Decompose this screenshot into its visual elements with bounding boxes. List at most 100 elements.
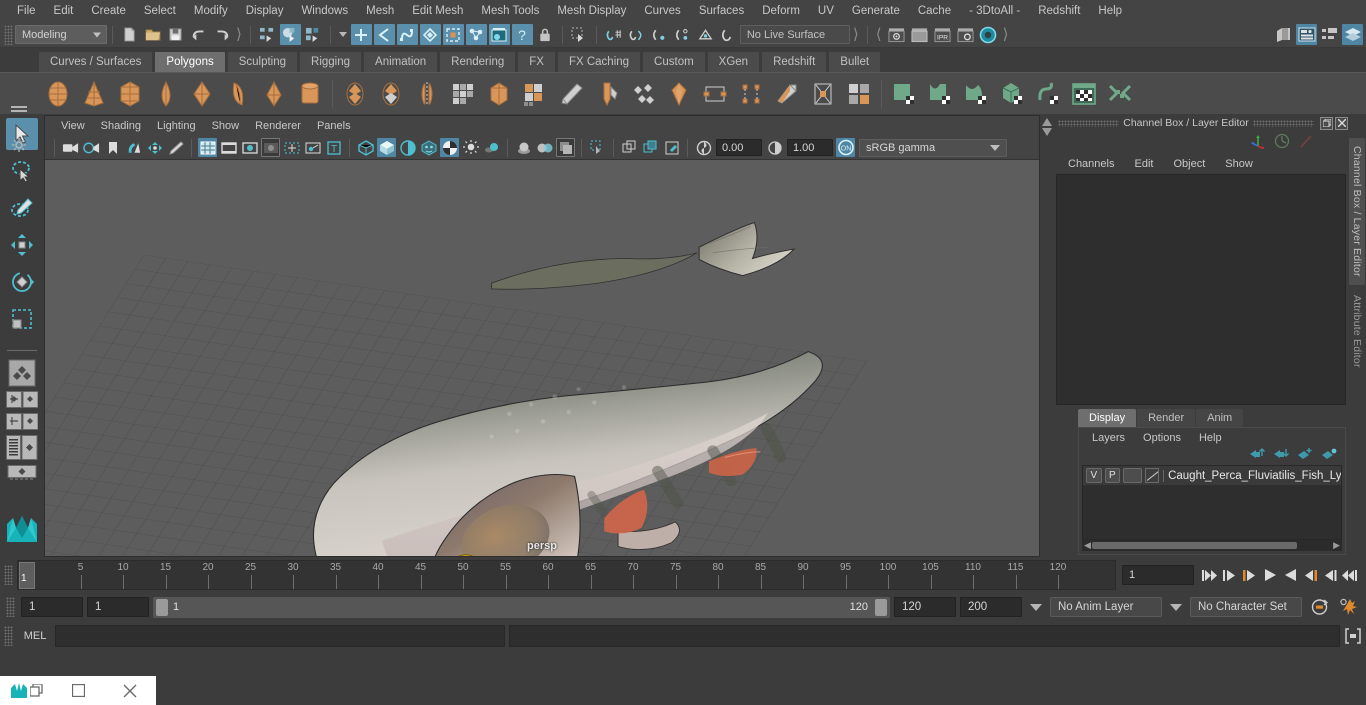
- shelf-tab-curves-surfaces[interactable]: Curves / Surfaces: [38, 51, 154, 72]
- viewport-menu-renderer[interactable]: Renderer: [247, 119, 309, 133]
- menu-select[interactable]: Select: [135, 3, 185, 19]
- channel-box-menu-object[interactable]: Object: [1163, 157, 1215, 171]
- menu-redshift[interactable]: Redshift: [1029, 3, 1089, 19]
- auto-keyframe-icon[interactable]: [1306, 598, 1332, 616]
- poly-sculpt-icon[interactable]: [771, 78, 803, 110]
- undock-icon[interactable]: [1320, 116, 1333, 130]
- mask-handle-icon[interactable]: [350, 24, 372, 45]
- manipulator-axis-icon[interactable]: [1250, 133, 1266, 154]
- snap-to-uv-icon[interactable]: [718, 24, 739, 45]
- film-gate-icon[interactable]: [219, 138, 238, 157]
- poly-mirror-icon[interactable]: [411, 78, 443, 110]
- poly-multicut-icon[interactable]: [555, 78, 587, 110]
- mask-curve-icon[interactable]: [373, 24, 395, 45]
- menu-edit-mesh[interactable]: Edit Mesh: [403, 3, 472, 19]
- collapse-group-icon[interactable]: ⟩: [853, 27, 859, 42]
- layer-tab-render[interactable]: Render: [1137, 409, 1196, 427]
- tool-settings-toggle-icon[interactable]: [1319, 24, 1340, 45]
- play-forwards-icon[interactable]: [1280, 564, 1300, 586]
- viewport-scroll-arrows[interactable]: [1040, 114, 1054, 557]
- poly-combine-icon[interactable]: [339, 78, 371, 110]
- current-frame-field[interactable]: 1: [1122, 565, 1194, 585]
- mask-dynamic-icon[interactable]: [442, 24, 464, 45]
- layer-menu-help[interactable]: Help: [1190, 431, 1231, 445]
- menu-deform[interactable]: Deform: [753, 3, 809, 19]
- new-scene-icon[interactable]: [119, 24, 140, 45]
- menu-generate[interactable]: Generate: [843, 3, 909, 19]
- play-backwards-icon[interactable]: [1260, 564, 1280, 586]
- range-slider-drag-handle[interactable]: [6, 597, 15, 617]
- color-management-selector[interactable]: sRGB gamma: [859, 138, 1007, 157]
- command-line-drag-handle[interactable]: [4, 626, 13, 646]
- shaded-wireframe-icon[interactable]: [398, 138, 417, 157]
- four-view-layout[interactable]: [5, 391, 39, 409]
- maximize-window-icon[interactable]: [52, 676, 104, 705]
- collapse-group-icon[interactable]: ⟩: [236, 27, 242, 42]
- render-settings-icon[interactable]: [955, 24, 976, 45]
- shelf-tab-animation[interactable]: Animation: [363, 51, 439, 72]
- time-slider-drag-handle[interactable]: [4, 565, 13, 585]
- layer-menu-layers[interactable]: Layers: [1083, 431, 1134, 445]
- menu-help[interactable]: Help: [1089, 3, 1131, 19]
- poly-append-icon[interactable]: [663, 78, 695, 110]
- scale-tool[interactable]: [6, 303, 38, 335]
- range-end-field[interactable]: 120: [894, 597, 956, 617]
- 2d-pan-zoom-icon[interactable]: [145, 138, 164, 157]
- scrollbar-thumb[interactable]: [1092, 542, 1297, 549]
- xray-icon[interactable]: [588, 138, 607, 157]
- xray-joints-2-icon[interactable]: [641, 138, 660, 157]
- poly-prism-icon[interactable]: [258, 78, 290, 110]
- poly-merge-icon[interactable]: [627, 78, 659, 110]
- persp-viewport[interactable]: persp: [45, 160, 1039, 556]
- menu-surfaces[interactable]: Surfaces: [690, 3, 753, 19]
- bookmark-icon[interactable]: [103, 138, 122, 157]
- color-management-toggle-icon[interactable]: ON: [836, 138, 855, 157]
- layer-list[interactable]: V P Caught_Perca_Fluviatilis_Fish_Lying_…: [1082, 465, 1342, 540]
- smooth-shading-icon[interactable]: [377, 138, 396, 157]
- menu-curves[interactable]: Curves: [635, 3, 689, 19]
- channel-box-attribute-list[interactable]: [1056, 174, 1346, 405]
- viewport-menu-lighting[interactable]: Lighting: [149, 119, 204, 133]
- command-input-field[interactable]: [55, 625, 505, 647]
- poly-bevel-icon[interactable]: [483, 78, 515, 110]
- hypershade-layout[interactable]: [5, 465, 39, 481]
- layer-tab-display[interactable]: Display: [1078, 409, 1137, 427]
- poly-cone-icon[interactable]: [78, 78, 110, 110]
- layer-list-horizontal-scrollbar[interactable]: ◀ ▶: [1082, 540, 1342, 551]
- snap-to-projected-center-icon[interactable]: [672, 24, 693, 45]
- collapse-group-icon[interactable]: ⟩: [1003, 27, 1009, 42]
- poly-quad-draw-icon[interactable]: [699, 78, 731, 110]
- mask-surface-icon[interactable]: [396, 24, 418, 45]
- render-current-frame-icon[interactable]: [886, 24, 907, 45]
- poly-sphere-icon[interactable]: [42, 78, 74, 110]
- use-all-lights-icon[interactable]: [461, 138, 480, 157]
- go-to-end-icon[interactable]: [1340, 564, 1360, 586]
- speedometer-icon[interactable]: [1274, 133, 1290, 154]
- app-icon[interactable]: [0, 676, 52, 705]
- camera-select-icon[interactable]: [61, 138, 80, 157]
- mask-deformation-icon[interactable]: [419, 24, 441, 45]
- menu-windows[interactable]: Windows: [292, 3, 357, 19]
- new-layer-icon[interactable]: [1298, 447, 1313, 465]
- poly-torus-icon[interactable]: [186, 78, 218, 110]
- shelf-tab-sculpting[interactable]: Sculpting: [226, 51, 299, 72]
- script-editor-icon[interactable]: [1340, 628, 1366, 644]
- shelf-tab-rigging[interactable]: Rigging: [299, 51, 363, 72]
- persp-graph-layout[interactable]: [5, 435, 39, 461]
- menu-set-selector[interactable]: Modeling: [15, 25, 107, 44]
- menu-edit[interactable]: Edit: [45, 3, 83, 19]
- move-layer-up-icon[interactable]: [1250, 447, 1265, 465]
- poly-extrude-icon[interactable]: [519, 78, 551, 110]
- poly-cube-icon[interactable]: [114, 78, 146, 110]
- poly-separate-icon[interactable]: [375, 78, 407, 110]
- exposure-field[interactable]: 0.00: [716, 139, 762, 156]
- scroll-left-arrow-icon[interactable]: ◀: [1084, 540, 1091, 551]
- save-scene-icon[interactable]: [165, 24, 186, 45]
- viewport-menu-shading[interactable]: Shading: [93, 119, 149, 133]
- mask-help-icon[interactable]: ?: [511, 24, 533, 45]
- sidebar-toggle-icon[interactable]: [1273, 24, 1294, 45]
- move-tool[interactable]: [6, 229, 38, 261]
- channel-box-menu-edit[interactable]: Edit: [1124, 157, 1163, 171]
- highlight-selection-icon[interactable]: [569, 24, 590, 45]
- viewport-menu-show[interactable]: Show: [204, 119, 248, 133]
